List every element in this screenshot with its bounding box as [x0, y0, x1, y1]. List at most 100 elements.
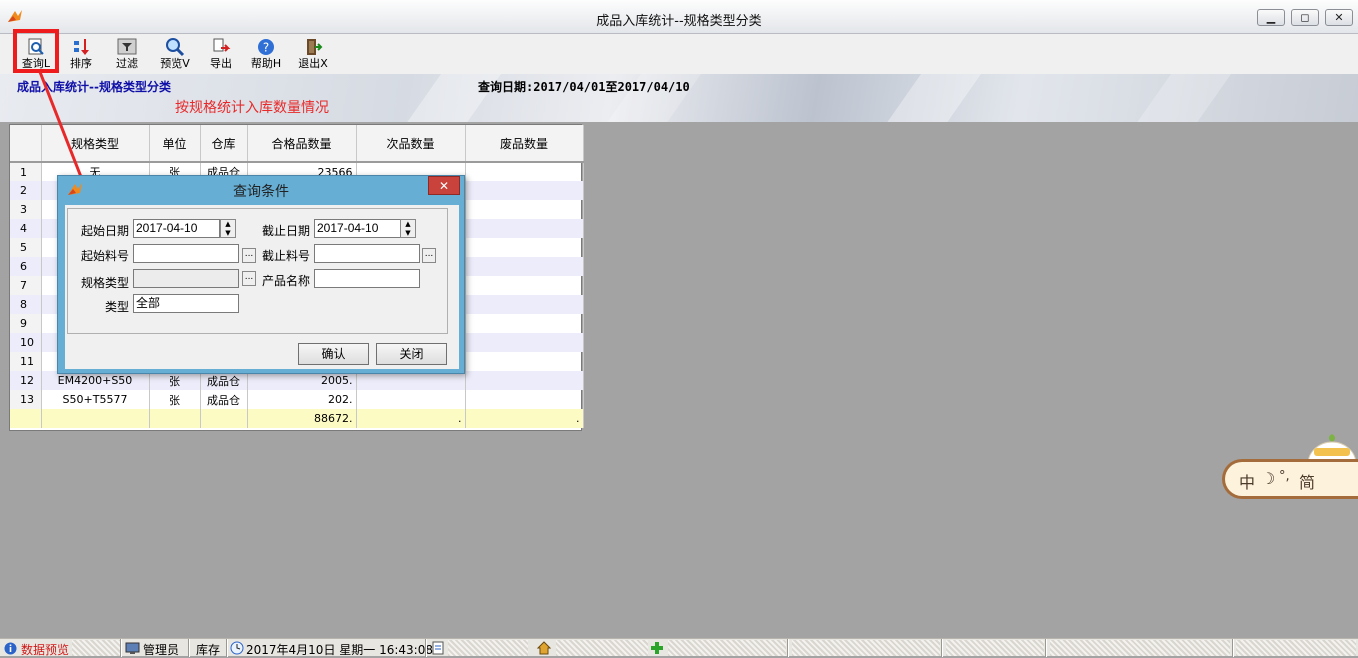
preview-button[interactable]: 预览V — [157, 36, 193, 72]
row-number-cell[interactable]: 13 — [10, 390, 42, 409]
spin-down-icon[interactable]: ▼ — [221, 229, 235, 238]
type-input[interactable]: 全部 — [133, 294, 239, 313]
start-date-input[interactable]: 2017-04-10 — [133, 219, 220, 238]
preview-label: 预览V — [160, 57, 190, 70]
table-cell[interactable]: 张 — [149, 390, 201, 409]
row-number-cell[interactable]: 12 — [10, 371, 42, 390]
column-header[interactable]: 合格品数量 — [247, 125, 357, 163]
query-conditions-dialog: 查询条件 ✕ 起始日期 2017-04-10 ▲ ▼ 截止日期 2017-04-1… — [57, 175, 465, 374]
row-number-cell[interactable]: 11 — [10, 352, 42, 371]
document-icon — [432, 641, 444, 655]
end-item-picker-button[interactable]: ... — [422, 248, 436, 263]
query-highlight-box — [13, 29, 59, 73]
status-user: 管理员 — [143, 643, 180, 657]
start-item-label: 起始料号 — [81, 249, 130, 263]
total-cell — [200, 409, 248, 428]
status-spacer — [556, 640, 648, 656]
product-name-input[interactable] — [314, 269, 420, 288]
export-label: 导出 — [210, 57, 232, 70]
filter-button[interactable]: 过滤 — [109, 36, 145, 72]
table-cell[interactable] — [465, 238, 584, 257]
end-date-spinner[interactable]: ▲ ▼ — [400, 219, 416, 238]
table-row[interactable]: 13 S50+T5577 张成品仓 202. — [10, 390, 584, 409]
status-spacer — [1236, 640, 1356, 656]
ime-chinese-mode[interactable]: 中 — [1239, 469, 1255, 493]
start-item-input[interactable] — [133, 244, 239, 263]
sort-button[interactable]: 排序 — [63, 36, 99, 72]
start-item-picker-button[interactable]: ... — [242, 248, 256, 263]
ime-toolbar[interactable]: 中 ☽ °, 简 — [1222, 459, 1358, 499]
table-cell[interactable] — [465, 276, 584, 295]
ime-simplified-mode[interactable]: 简 — [1299, 469, 1315, 493]
export-icon — [213, 38, 231, 52]
row-number-cell[interactable]: 1 — [10, 162, 42, 181]
info-icon — [4, 642, 17, 655]
table-cell[interactable] — [465, 295, 584, 314]
spin-up-icon[interactable]: ▲ — [221, 220, 235, 229]
column-header[interactable]: 废品数量 — [465, 125, 584, 163]
ime-halfwidth-icon[interactable]: ☽ — [1261, 469, 1275, 488]
table-cell[interactable] — [465, 314, 584, 333]
status-spacer — [668, 640, 786, 656]
end-date-input[interactable]: 2017-04-10 — [314, 219, 401, 238]
column-header[interactable]: 单位 — [149, 125, 201, 163]
end-date-label: 截止日期 — [262, 224, 311, 238]
close-button[interactable]: ✕ — [1325, 9, 1353, 26]
spin-up-icon[interactable]: ▲ — [401, 220, 415, 229]
table-cell[interactable]: 成品仓 — [200, 390, 248, 409]
confirm-button[interactable]: 确认 — [298, 343, 369, 365]
table-cell[interactable] — [465, 352, 584, 371]
dialog-close-action-button[interactable]: 关闭 — [376, 343, 447, 365]
end-item-input[interactable] — [314, 244, 420, 263]
ime-punctuation-icon[interactable]: °, — [1279, 469, 1290, 484]
filter-label: 过滤 — [116, 57, 138, 70]
dialog-title: 查询条件 — [233, 184, 289, 200]
spec-type-label: 规格类型 — [81, 276, 130, 290]
minimize-button[interactable]: ▁ — [1257, 9, 1285, 26]
exit-button[interactable]: 退出X — [295, 36, 331, 72]
restore-button[interactable]: ◻ — [1291, 9, 1319, 26]
table-cell[interactable] — [465, 181, 584, 200]
status-divider — [188, 639, 190, 657]
table-cell[interactable]: S50+T5577 — [41, 390, 150, 409]
table-cell[interactable] — [356, 390, 466, 409]
help-button[interactable]: ? 帮助H — [248, 36, 284, 72]
row-number-cell[interactable]: 8 — [10, 295, 42, 314]
table-cell[interactable] — [465, 390, 584, 409]
status-divider — [1045, 639, 1047, 657]
dialog-body: 起始日期 2017-04-10 ▲ ▼ 截止日期 2017-04-10 ▲ ▼ 起始… — [65, 205, 459, 369]
row-number-cell[interactable]: 3 — [10, 200, 42, 219]
table-cell[interactable] — [465, 257, 584, 276]
spin-down-icon[interactable]: ▼ — [401, 229, 415, 238]
spec-type-picker-button[interactable]: ... — [242, 271, 256, 286]
table-cell[interactable] — [465, 200, 584, 219]
dialog-close-button[interactable]: ✕ — [428, 176, 460, 195]
column-header[interactable]: 仓库 — [200, 125, 248, 163]
status-divider — [941, 639, 943, 657]
row-number-cell[interactable]: 4 — [10, 219, 42, 238]
row-number-cell[interactable]: 10 — [10, 333, 42, 352]
status-divider — [787, 639, 789, 657]
table-cell[interactable] — [465, 219, 584, 238]
column-header[interactable]: 次品数量 — [356, 125, 466, 163]
row-number-header[interactable] — [10, 125, 42, 163]
user-icon — [125, 642, 140, 654]
table-cell[interactable]: 202. — [247, 390, 357, 409]
row-number-cell[interactable]: 5 — [10, 238, 42, 257]
clock-icon — [230, 641, 244, 655]
spec-type-input[interactable] — [133, 269, 239, 288]
total-cell: . — [356, 409, 466, 428]
table-cell[interactable] — [465, 333, 584, 352]
row-number-cell[interactable]: 9 — [10, 314, 42, 333]
column-header[interactable]: 规格类型 — [41, 125, 150, 163]
exit-door-icon — [307, 39, 323, 55]
row-number-cell[interactable]: 6 — [10, 257, 42, 276]
export-button[interactable]: 导出 — [203, 36, 239, 72]
table-cell[interactable] — [465, 162, 584, 181]
total-cell — [41, 409, 150, 428]
table-cell[interactable] — [465, 371, 584, 390]
row-number-cell[interactable]: 2 — [10, 181, 42, 200]
total-cell — [10, 409, 42, 428]
start-date-spinner[interactable]: ▲ ▼ — [220, 219, 236, 238]
row-number-cell[interactable]: 7 — [10, 276, 42, 295]
